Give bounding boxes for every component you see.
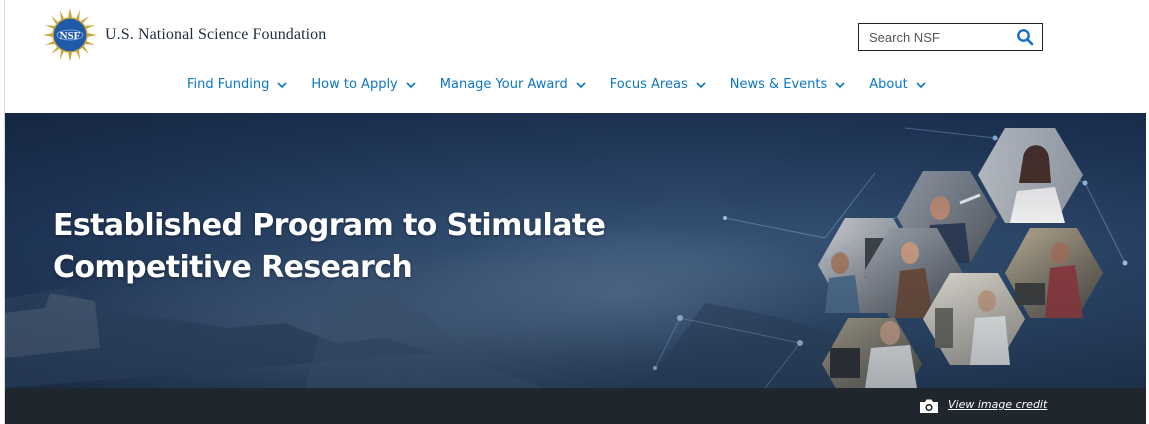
nav-item-label: How to Apply (311, 77, 398, 92)
site-header: NSF U.S. National Science Foundation Fin… (5, 0, 1146, 113)
chevron-down-icon (835, 81, 845, 88)
chevron-down-icon (576, 81, 586, 88)
chevron-down-icon (696, 81, 706, 88)
main-nav: Find Funding How to Apply Manage Your Aw… (5, 77, 1146, 99)
nav-item-label: News & Events (729, 77, 828, 92)
site-name[interactable]: U.S. National Science Foundation (105, 26, 326, 44)
nav-item-focus-areas[interactable]: Focus Areas (610, 77, 706, 92)
chevron-down-icon (277, 81, 287, 88)
nav-item-label: About (869, 77, 908, 92)
search-input[interactable] (859, 24, 1009, 50)
nav-item-news-events[interactable]: News & Events (730, 77, 846, 92)
chevron-down-icon (916, 81, 926, 88)
hero-title: Established Program to Stimulate Competi… (53, 205, 693, 289)
main-nav-list: Find Funding How to Apply Manage Your Aw… (187, 77, 950, 92)
hero-title-line-2: Competitive Research (53, 250, 413, 285)
nav-item-label: Find Funding (187, 77, 270, 92)
page-frame: NSF U.S. National Science Foundation Fin… (4, 0, 1146, 424)
nav-item-manage-your-award[interactable]: Manage Your Award (440, 77, 586, 92)
nav-item-find-funding[interactable]: Find Funding (187, 77, 287, 92)
camera-icon[interactable] (919, 398, 939, 414)
chevron-down-icon (406, 81, 416, 88)
search-box (858, 23, 1043, 51)
nav-item-label: Manage Your Award (439, 77, 568, 92)
hero-title-line-1: Established Program to Stimulate (53, 208, 606, 243)
nsf-logo[interactable]: NSF (43, 8, 97, 62)
search-icon[interactable] (1016, 28, 1034, 46)
nav-item-label: Focus Areas (609, 77, 688, 92)
view-image-credit-link[interactable]: View image credit (948, 398, 1047, 411)
logo-text: NSF (60, 30, 81, 42)
nav-item-about[interactable]: About (869, 77, 926, 92)
hero-banner: Established Program to Stimulate Competi… (5, 113, 1146, 388)
nav-item-how-to-apply[interactable]: How to Apply (311, 77, 416, 92)
